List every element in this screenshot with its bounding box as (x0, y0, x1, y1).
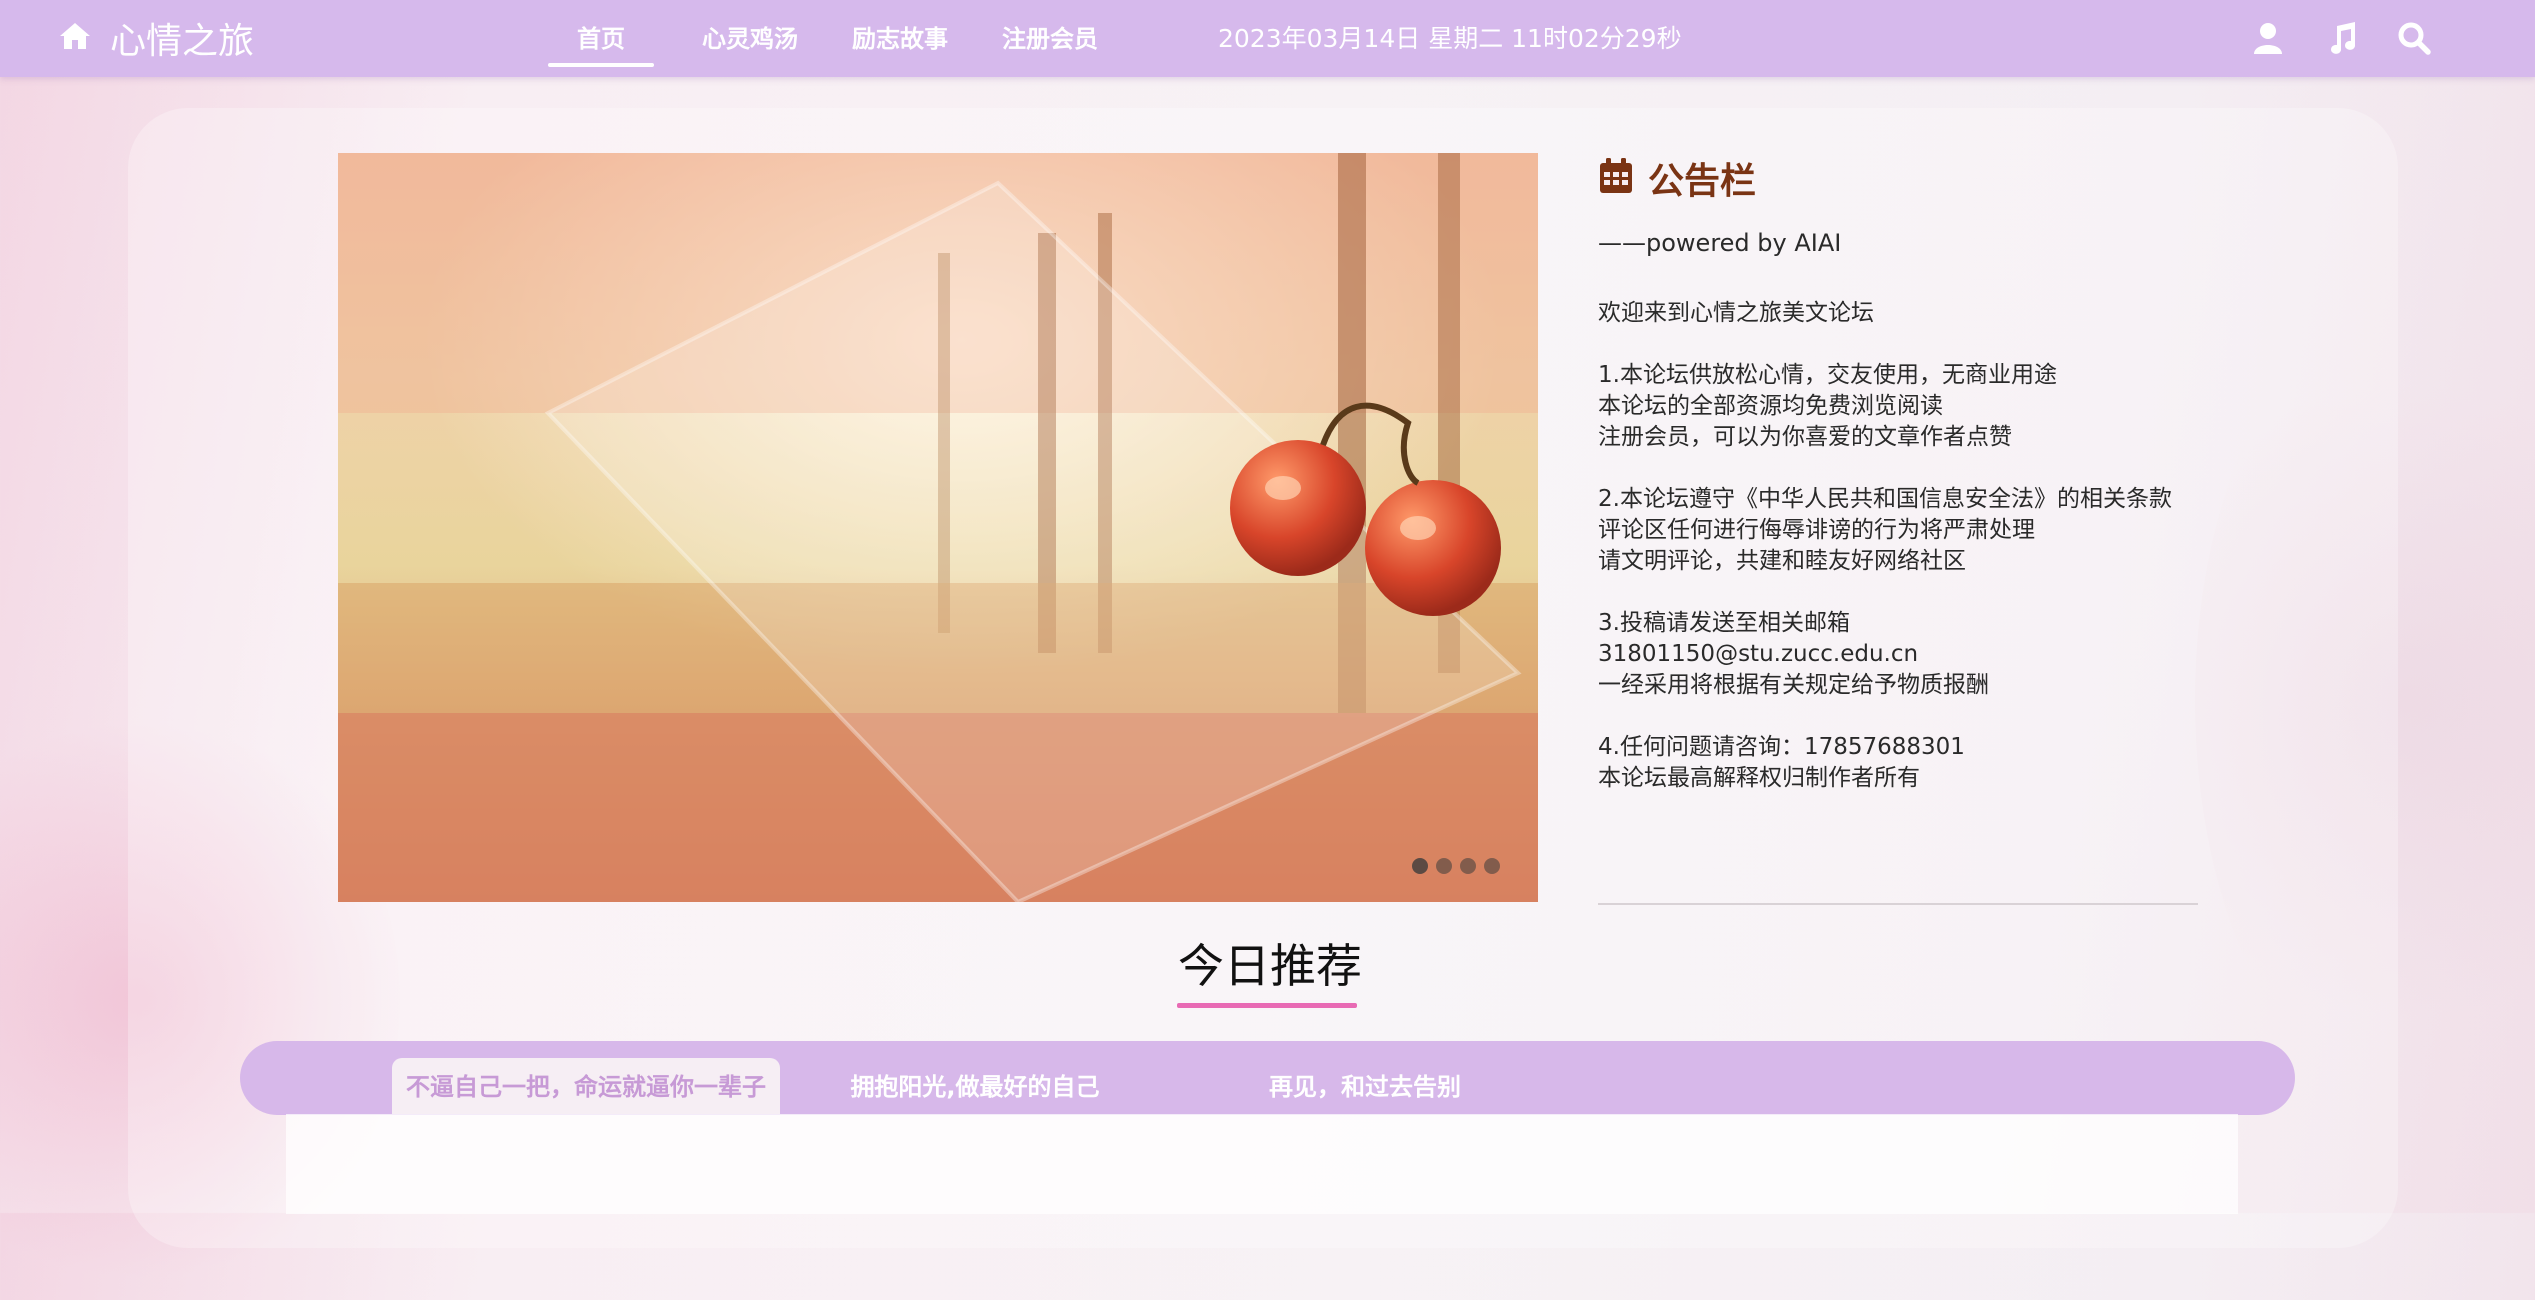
home-icon (58, 21, 92, 55)
carousel-dot[interactable] (1484, 858, 1500, 874)
calendar-icon (1598, 157, 1634, 199)
music-icon[interactable] (2324, 20, 2360, 56)
notice-title: 公告栏 (1648, 161, 1757, 202)
notice-line: 3.投稿请发送至相关邮箱 (1598, 610, 1850, 636)
brand-title: 心情之旅 (110, 21, 255, 62)
nav-active-indicator (548, 63, 654, 67)
notice-subtitle: ——powered by AIAI (1598, 229, 1842, 257)
tab-article-3[interactable]: 再见，和过去告别 (1250, 1058, 1480, 1114)
notice-line: 请文明评论，共建和睦友好网络社区 (1598, 548, 1966, 574)
notice-line: 一经采用将根据有关规定给予物质报酬 (1598, 672, 1989, 698)
notice-line: 欢迎来到心情之旅美文论坛 (1598, 300, 1874, 326)
brand[interactable]: 心情之旅 (58, 14, 254, 62)
datetime-display: 2023年03月14日 星期二 11时02分29秒 (1218, 24, 1682, 53)
carousel-slide-image (338, 153, 1538, 902)
carousel-indicators (1412, 858, 1500, 874)
recommend-title-underline (1177, 1003, 1357, 1008)
image-carousel[interactable] (338, 153, 1538, 902)
carousel-dot[interactable] (1412, 858, 1428, 874)
notice-body: 欢迎来到心情之旅美文论坛 1.本论坛供放松心情，交友使用，无商业用途 本论坛的全… (1598, 298, 2198, 794)
notice-spacer (1598, 577, 2198, 608)
notice-line: 4.任何问题请咨询：17857688301 (1598, 734, 1965, 760)
notice-spacer (1598, 701, 2198, 732)
tab-article-1[interactable]: 不逼自己一把，命运就逼你一辈子 (392, 1058, 780, 1114)
notice-line: 1.本论坛供放松心情，交友使用，无商业用途 (1598, 362, 2057, 388)
notice-divider (1598, 903, 2198, 905)
user-icon[interactable] (2250, 20, 2286, 56)
notice-spacer (1598, 329, 2198, 360)
notice-board: 公告栏 ——powered by AIAI 欢迎来到心情之旅美文论坛 1.本论坛… (1598, 150, 2198, 794)
search-icon[interactable] (2396, 20, 2432, 56)
recommend-title: 今日推荐 (1178, 939, 1362, 993)
recommend-content (286, 1114, 2238, 1214)
tab-article-2[interactable]: 拥抱阳光,做最好的自己 (830, 1058, 1120, 1114)
notice-spacer (1598, 453, 2198, 484)
notice-line: 本论坛的全部资源均免费浏览阅读 (1598, 393, 1943, 419)
top-navbar: 心情之旅 首页 心灵鸡汤 励志故事 注册会员 2023年03月14日 星期二 1… (0, 0, 2535, 77)
nav-link-home[interactable]: 首页 (548, 22, 654, 56)
notice-line: 评论区任何进行侮辱诽谤的行为将严肃处理 (1598, 517, 2035, 543)
notice-line: 本论坛最高解释权归制作者所有 (1598, 765, 1920, 791)
notice-header: 公告栏 (1598, 150, 2198, 206)
nav-link-inspirational-stories[interactable]: 励志故事 (850, 22, 950, 56)
notice-line: 2.本论坛遵守《中华人民共和国信息安全法》的相关条款 (1598, 486, 2172, 512)
carousel-dot[interactable] (1460, 858, 1476, 874)
notice-email: 31801150@stu.zucc.edu.cn (1598, 641, 1919, 667)
notice-line: 注册会员，可以为你喜爱的文章作者点赞 (1598, 424, 2012, 450)
nav-link-chicken-soup[interactable]: 心灵鸡汤 (700, 22, 800, 56)
carousel-dot[interactable] (1436, 858, 1452, 874)
nav-link-register[interactable]: 注册会员 (1000, 22, 1100, 56)
